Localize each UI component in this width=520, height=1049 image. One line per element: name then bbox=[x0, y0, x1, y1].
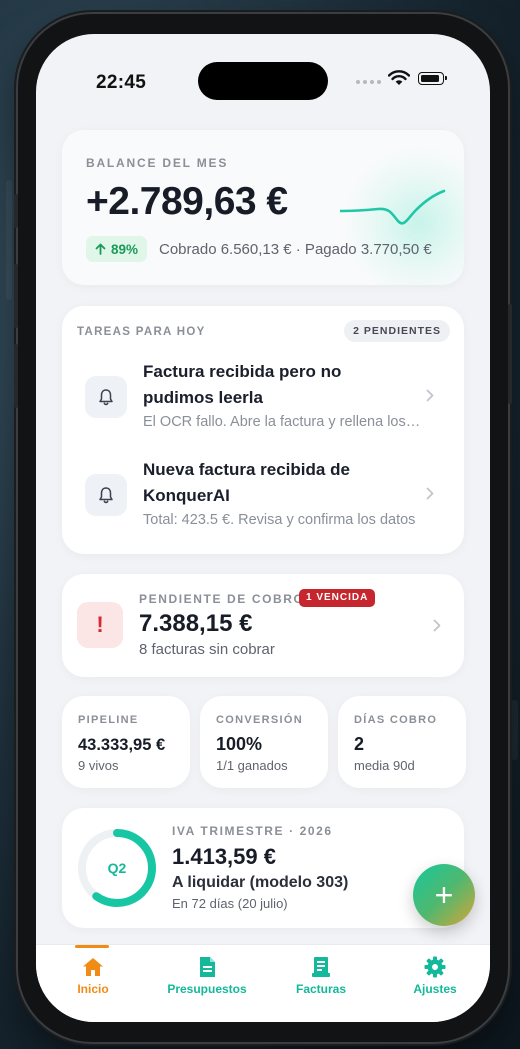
task-subtitle: El OCR fallo. Abre la factura y rellena … bbox=[143, 414, 421, 430]
stat-value: 2 bbox=[354, 734, 365, 754]
add-button[interactable]: + bbox=[413, 864, 475, 926]
bell-icon bbox=[85, 474, 127, 516]
document-icon bbox=[199, 955, 216, 979]
balance-change-badge: 89% bbox=[86, 236, 148, 262]
volume-up-button bbox=[14, 264, 18, 328]
status-bar: 22:45 bbox=[36, 34, 490, 104]
cobro-subtitle: 8 facturas sin cobrar bbox=[139, 641, 275, 658]
vat-eyebrow: IVA TRIMESTRE · 2026 bbox=[172, 824, 333, 838]
stat-sub: media 90d bbox=[354, 758, 415, 773]
chevron-right-icon bbox=[433, 619, 441, 632]
chevron-right-icon bbox=[426, 487, 434, 500]
balance-change-value: 89% bbox=[111, 241, 139, 257]
stat-value: 43.333,95 € bbox=[78, 736, 166, 754]
quarter-progress-ring: Q2 bbox=[78, 829, 156, 907]
arrow-up-icon bbox=[95, 243, 106, 255]
vat-amount: 1.413,59 € bbox=[172, 844, 276, 869]
balance-eyebrow: BALANCE DEL MES bbox=[86, 156, 229, 170]
tab-bar: Inicio Presupuestos Facturas Ajustes bbox=[36, 944, 490, 1022]
chevron-right-icon bbox=[426, 389, 434, 402]
balance-detail: Cobrado 6.560,13 € · Pagado 3.770,50 € bbox=[159, 241, 432, 258]
stat-sub: 9 vivos bbox=[78, 758, 119, 773]
action-button bbox=[14, 194, 18, 228]
cobro-eyebrow: PENDIENTE DE COBRO bbox=[139, 592, 305, 606]
pending-collection-card[interactable]: ! PENDIENTE DE COBRO 1 VENCIDA 7.388,15 … bbox=[62, 574, 464, 677]
cobro-amount: 7.388,15 € bbox=[139, 610, 253, 637]
phone-frame: 22:45 BALANCE DEL MES +2.789,63 € 89% Co… bbox=[14, 14, 512, 1042]
stat-conversion[interactable]: CONVERSIÓN 100% 1/1 ganados bbox=[200, 696, 328, 788]
tab-ajustes[interactable]: Ajustes bbox=[378, 945, 490, 1005]
stat-value: 100% bbox=[216, 734, 263, 754]
task-item[interactable]: Nueva factura recibida de KonquerAI Tota… bbox=[62, 452, 464, 548]
balance-amount: +2.789,63 € bbox=[86, 180, 288, 223]
vat-due-date: En 72 días (20 julio) bbox=[172, 896, 288, 911]
dynamic-island bbox=[198, 62, 328, 100]
task-item[interactable]: Factura recibida pero no pudimos leerla … bbox=[62, 354, 464, 450]
tab-presupuestos[interactable]: Presupuestos bbox=[150, 945, 264, 1005]
overdue-badge: 1 VENCIDA bbox=[299, 589, 376, 607]
volume-down-button bbox=[14, 344, 18, 408]
status-time: 22:45 bbox=[96, 72, 147, 93]
task-subtitle: Total: 423.5 €. Revisa y confirma los da… bbox=[143, 512, 416, 528]
stat-label: DÍAS COBRO bbox=[354, 714, 438, 726]
tab-label: Facturas bbox=[295, 982, 347, 996]
gear-icon bbox=[424, 955, 446, 979]
tab-label: Inicio bbox=[77, 982, 109, 996]
battery-icon bbox=[418, 72, 447, 85]
bell-icon bbox=[85, 376, 127, 418]
quarter-label: Q2 bbox=[108, 860, 127, 876]
home-icon bbox=[82, 955, 104, 979]
app-screen: 22:45 BALANCE DEL MES +2.789,63 € 89% Co… bbox=[36, 34, 490, 1022]
tab-inicio[interactable]: Inicio bbox=[36, 945, 150, 1005]
alert-icon: ! bbox=[77, 602, 123, 648]
tasks-card: TAREAS PARA HOY 2 PENDIENTES Factura rec… bbox=[62, 306, 464, 554]
signal-icon bbox=[356, 80, 381, 84]
vat-subtitle: A liquidar (modelo 303) bbox=[172, 874, 349, 891]
tab-label: Presupuestos bbox=[167, 982, 247, 996]
stat-label: PIPELINE bbox=[78, 714, 139, 726]
tab-facturas[interactable]: Facturas bbox=[264, 945, 378, 1005]
tab-label: Ajustes bbox=[413, 982, 457, 996]
power-button bbox=[508, 304, 512, 404]
stat-sub: 1/1 ganados bbox=[216, 758, 288, 773]
stat-label: CONVERSIÓN bbox=[216, 714, 303, 726]
vat-card[interactable]: Q2 IVA TRIMESTRE · 2026 1.413,59 € A liq… bbox=[62, 808, 464, 928]
task-title: Nueva factura recibida de KonquerAI bbox=[143, 460, 350, 505]
balance-sparkline bbox=[340, 189, 446, 225]
tasks-eyebrow: TAREAS PARA HOY bbox=[77, 326, 206, 338]
stat-pipeline[interactable]: PIPELINE 43.333,95 € 9 vivos bbox=[62, 696, 190, 788]
task-title: Factura recibida pero no pudimos leerla bbox=[143, 362, 342, 407]
balance-card[interactable]: BALANCE DEL MES +2.789,63 € 89% Cobrado … bbox=[62, 130, 464, 285]
wifi-icon bbox=[388, 70, 410, 85]
stat-collection-days[interactable]: DÍAS COBRO 2 media 90d bbox=[338, 696, 466, 788]
pending-badge: 2 PENDIENTES bbox=[344, 320, 450, 342]
receipt-icon bbox=[311, 955, 331, 979]
